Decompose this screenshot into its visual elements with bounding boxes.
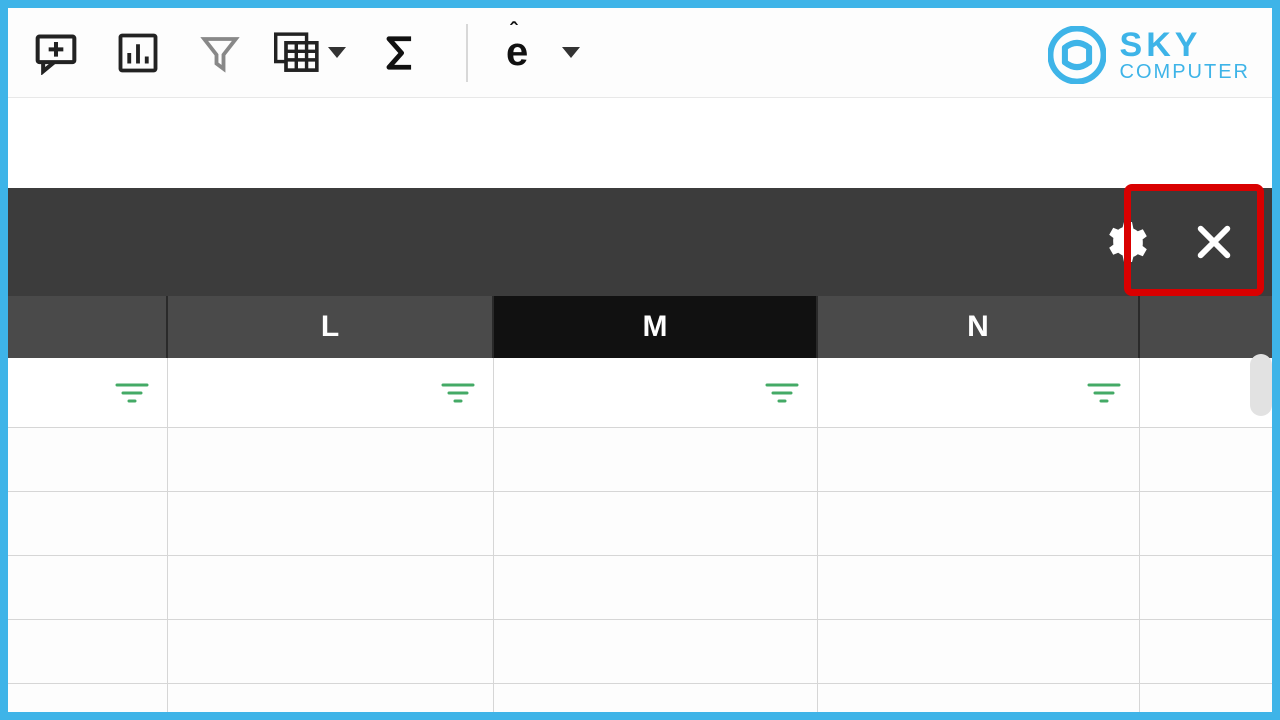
chevron-down-icon: [328, 47, 346, 58]
grid-row: [8, 428, 1272, 492]
cell[interactable]: [168, 684, 494, 712]
filter-cell[interactable]: [494, 358, 818, 428]
column-header[interactable]: L: [168, 296, 494, 358]
chart-button[interactable]: [110, 25, 166, 81]
pivot-icon: [274, 31, 322, 75]
cell[interactable]: [494, 620, 818, 684]
filter-cell[interactable]: [818, 358, 1140, 428]
column-header[interactable]: [8, 296, 168, 358]
cell[interactable]: [818, 556, 1140, 620]
column-letter: M: [643, 310, 668, 344]
close-icon: [1194, 222, 1234, 262]
filter-view-bar: [8, 188, 1272, 296]
cell[interactable]: [168, 428, 494, 492]
filter-cell[interactable]: [168, 358, 494, 428]
functions-button[interactable]: [372, 25, 428, 81]
cell[interactable]: [494, 556, 818, 620]
cell[interactable]: [494, 492, 818, 556]
grid-row: [8, 620, 1272, 684]
brand-subtitle: COMPUTER: [1120, 62, 1250, 82]
gear-icon: [1100, 218, 1148, 266]
toolbar-separator: [466, 24, 468, 82]
brand-logo: SKY COMPUTER: [1048, 26, 1250, 84]
column-header[interactable]: M: [494, 296, 818, 358]
filter-button[interactable]: [192, 25, 248, 81]
close-button[interactable]: [1180, 208, 1248, 276]
column-letter: N: [967, 310, 989, 344]
app-frame: ˆe SKY COMPUTER: [8, 8, 1272, 712]
cell[interactable]: [8, 620, 168, 684]
cell[interactable]: [818, 620, 1140, 684]
cell[interactable]: [1140, 620, 1272, 684]
cell[interactable]: [168, 620, 494, 684]
grid-row: [8, 492, 1272, 556]
column-headers: L M N: [8, 296, 1272, 358]
pivot-button[interactable]: [274, 31, 346, 75]
cell[interactable]: [168, 556, 494, 620]
comment-plus-icon: [34, 31, 78, 75]
cell[interactable]: [168, 492, 494, 556]
filter-cell[interactable]: [8, 358, 168, 428]
filter-dropdown-icon: [441, 381, 475, 405]
brand-mark-icon: [1048, 26, 1106, 84]
filter-row: [8, 358, 1272, 428]
sigma-icon: [381, 32, 419, 74]
column-header[interactable]: N: [818, 296, 1140, 358]
grid-row: [8, 556, 1272, 620]
cell[interactable]: [818, 684, 1140, 712]
input-tools-button[interactable]: ˆe: [506, 30, 580, 75]
comment-button[interactable]: [28, 25, 84, 81]
cell[interactable]: [8, 492, 168, 556]
cell[interactable]: [1140, 428, 1272, 492]
chart-icon: [117, 32, 159, 74]
funnel-icon: [199, 32, 241, 74]
filter-dropdown-icon: [115, 381, 149, 405]
e-hat-icon: ˆe: [506, 30, 528, 75]
cell[interactable]: [818, 428, 1140, 492]
vertical-scrollbar[interactable]: [1250, 354, 1272, 416]
cell[interactable]: [494, 684, 818, 712]
column-letter: L: [321, 310, 339, 344]
cell[interactable]: [8, 556, 168, 620]
filter-dropdown-icon: [765, 381, 799, 405]
cell[interactable]: [1140, 556, 1272, 620]
cell[interactable]: [8, 684, 168, 712]
spacer: [8, 98, 1272, 188]
cell[interactable]: [1140, 684, 1272, 712]
filter-dropdown-icon: [1087, 381, 1121, 405]
grid-row: [8, 684, 1272, 712]
cell[interactable]: [494, 428, 818, 492]
cell[interactable]: [1140, 492, 1272, 556]
settings-button[interactable]: [1090, 208, 1158, 276]
cell[interactable]: [8, 428, 168, 492]
chevron-down-icon: [562, 47, 580, 58]
cell[interactable]: [818, 492, 1140, 556]
brand-title: SKY: [1120, 28, 1250, 62]
column-header[interactable]: [1140, 296, 1272, 358]
